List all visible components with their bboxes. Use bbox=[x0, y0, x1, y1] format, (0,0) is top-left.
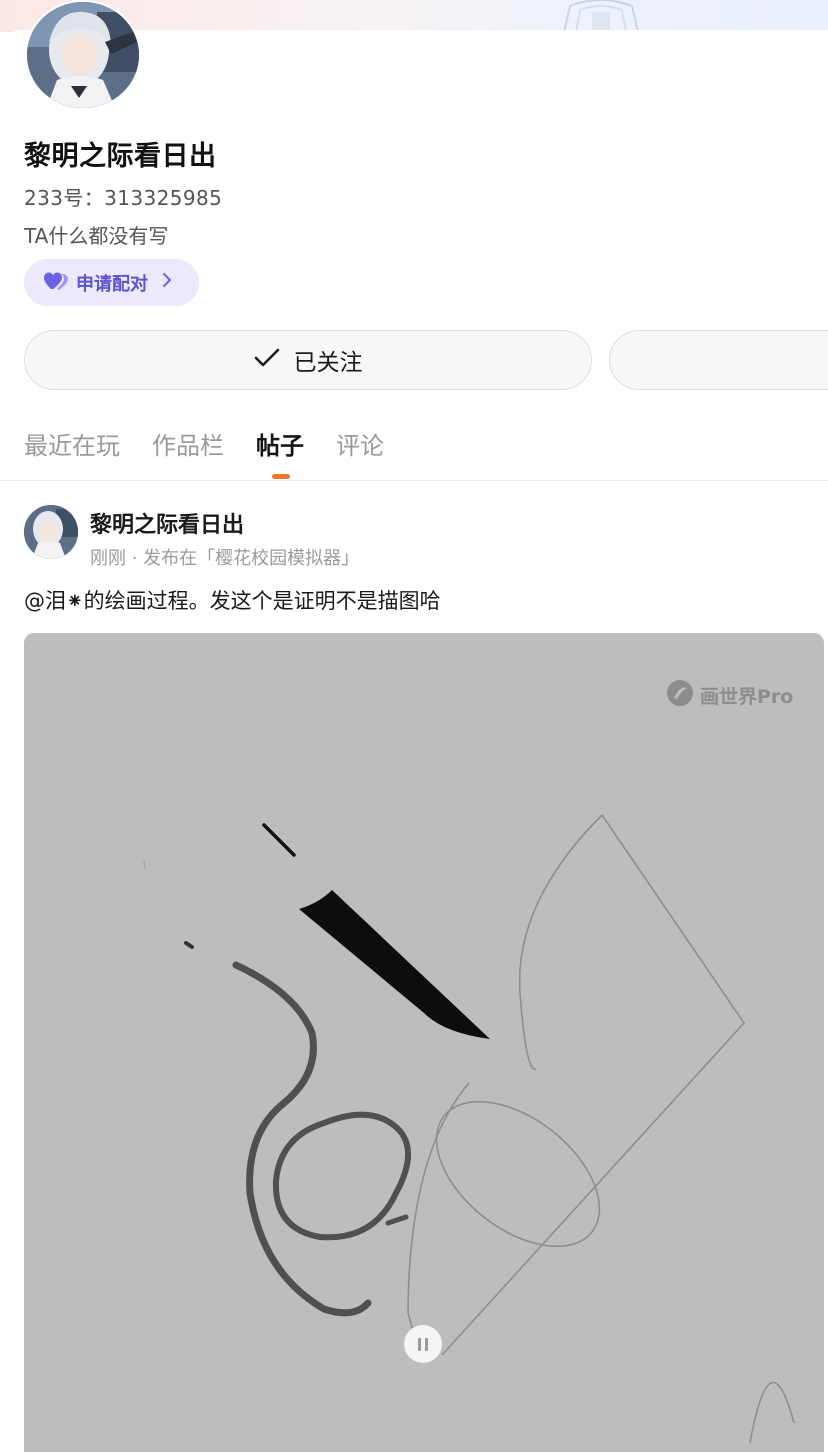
banner-decoration bbox=[556, 0, 646, 32]
chevron-right-icon bbox=[162, 272, 172, 293]
post-meta: 刚刚 · 发布在「樱花校园模拟器」 bbox=[90, 548, 360, 569]
profile-username: 黎明之际看日出 bbox=[24, 141, 217, 172]
post-author-name[interactable]: 黎明之际看日出 bbox=[90, 507, 244, 539]
tabs-divider bbox=[0, 480, 828, 481]
apply-pair-label: 申请配对 bbox=[76, 273, 148, 295]
tab-posts[interactable]: 帖子 bbox=[256, 426, 304, 480]
tab-works[interactable]: 作品栏 bbox=[152, 426, 224, 480]
tab-works-label: 作品栏 bbox=[152, 432, 224, 460]
pause-icon bbox=[418, 1337, 428, 1351]
profile-tabs: 最近在玩 作品栏 帖子 评论 bbox=[24, 426, 416, 480]
heart-pair-icon bbox=[44, 271, 68, 295]
tab-comments[interactable]: 评论 bbox=[336, 426, 384, 480]
profile-bio: TA什么都没有写 bbox=[24, 224, 169, 248]
tab-posts-label: 帖子 bbox=[256, 432, 304, 460]
post-author-avatar[interactable] bbox=[24, 505, 78, 559]
watermark: 画世界Pro bbox=[666, 679, 793, 711]
check-icon bbox=[254, 348, 280, 372]
watermark-text: 画世界Pro bbox=[700, 685, 794, 708]
active-tab-indicator bbox=[272, 474, 290, 479]
followed-button[interactable]: 已关注 bbox=[24, 330, 592, 390]
tab-comments-label: 评论 bbox=[336, 432, 384, 460]
apply-pair-button[interactable]: 申请配对 bbox=[24, 259, 199, 306]
followed-label: 已关注 bbox=[293, 350, 363, 376]
pause-button[interactable] bbox=[404, 1325, 442, 1363]
post-text: @泪⁕的绘画过程。发这个是证明不是描图哈 bbox=[24, 589, 441, 613]
tab-recent-label: 最近在玩 bbox=[24, 432, 120, 460]
tab-recent[interactable]: 最近在玩 bbox=[24, 426, 120, 480]
watermark-logo-icon bbox=[666, 679, 694, 711]
avatar[interactable] bbox=[25, 0, 141, 110]
post-video[interactable]: 画世界Pro bbox=[24, 633, 824, 1452]
secondary-action-button[interactable] bbox=[609, 330, 828, 390]
profile-uid: 233号：313325985 bbox=[24, 186, 223, 210]
